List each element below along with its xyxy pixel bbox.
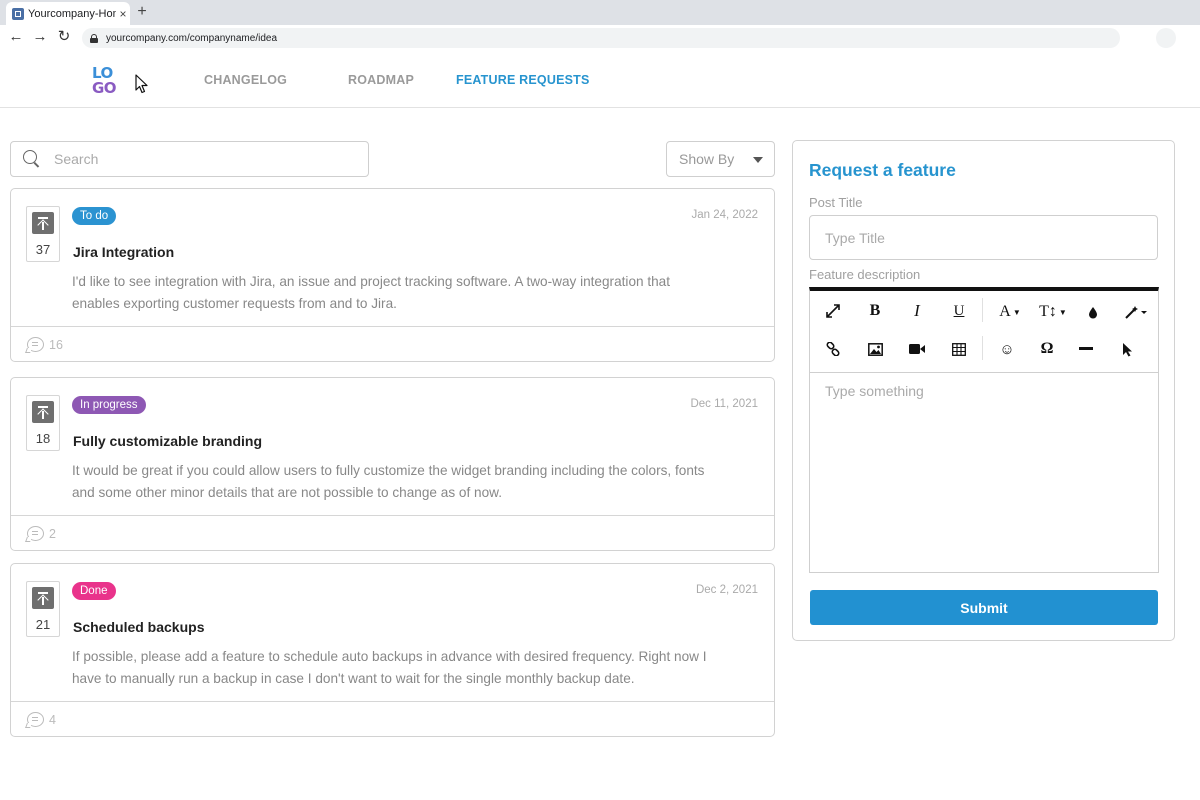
url-text: yourcompany.com/companyname/idea [106,32,278,44]
card-footer: 4 [11,701,774,737]
forward-arrow-icon[interactable]: → [31,28,49,46]
font-color-icon[interactable]: A ▼ [996,301,1024,323]
magic-wand-icon[interactable] [1122,301,1150,323]
search-box[interactable] [10,141,369,177]
vote-count: 18 [35,431,51,446]
comment-count: 4 [49,713,56,727]
feature-request-card: 18 In progress Dec 11, 2021 Fully custom… [10,377,775,551]
show-by-dropdown[interactable]: Show By [666,141,775,177]
lock-icon [90,33,98,43]
comment-count: 2 [49,527,56,541]
chevron-down-icon [753,157,763,163]
panel-title: Request a feature [809,160,956,180]
back-arrow-icon[interactable]: ← [7,28,25,46]
reload-icon[interactable]: ↻ [55,28,73,46]
status-badge: Done [72,582,116,600]
request-description: I'd like to see integration with Jira, a… [72,274,671,311]
tab-title: Yourcompany-Home [28,7,116,20]
company-logo[interactable]: LO GO [92,66,126,98]
link-icon[interactable] [822,338,844,360]
comment-icon[interactable] [27,712,44,727]
new-tab-icon[interactable]: + [134,4,150,20]
request-title[interactable]: Jira Integration [73,244,174,260]
request-title[interactable]: Scheduled backups [73,619,204,635]
upvote-arrow-icon[interactable] [32,587,54,609]
request-feature-panel: Request a feature Post Title Feature des… [792,140,1175,641]
omega-icon[interactable]: Ω [1036,338,1058,360]
cursor-icon[interactable] [1116,338,1138,360]
horizontal-rule-icon[interactable] [1075,338,1097,360]
feature-request-card: 21 Done Dec 2, 2021 Scheduled backups If… [10,563,775,737]
vote-count: 37 [35,242,51,257]
post-title-label: Post Title [809,195,863,210]
feature-request-card: 37 To do Jan 24, 2022 Jira Integration I… [10,188,775,362]
fullscreen-icon[interactable] [822,300,844,322]
address-bar: ← → ↻ yourcompany.com/companyname/idea [0,25,1200,50]
browser-tab-bar: Yourcompany-Home × + [0,0,1200,25]
site-header [0,50,1200,108]
card-footer: 16 [11,326,774,362]
bold-icon[interactable]: B [864,300,886,322]
image-icon[interactable] [864,338,886,360]
status-badge: To do [72,207,117,225]
post-title-input[interactable] [809,215,1158,260]
editor-toolbar: B I U A ▼ T↕ ▼ ☺ Ω [810,291,1158,373]
request-date: Jan 24, 2022 [691,209,758,221]
mouse-cursor-icon [135,74,148,94]
emoji-icon[interactable]: ☺ [996,338,1018,360]
nav-roadmap[interactable]: ROADMAP [348,73,414,87]
request-date: Dec 2, 2021 [695,584,758,596]
favicon-icon [12,7,24,20]
show-by-label: Show By [679,151,735,167]
url-field[interactable]: yourcompany.com/companyname/idea [82,28,1120,48]
underline-icon[interactable]: U [948,300,970,322]
close-tab-icon[interactable]: × [116,7,130,21]
ink-drop-icon[interactable] [1082,301,1104,323]
feature-description-label: Feature description [809,267,921,282]
rich-text-editor: B I U A ▼ T↕ ▼ ☺ Ω Type something [809,287,1159,573]
toolbar-divider [982,298,983,322]
upvote-arrow-icon[interactable] [32,212,54,234]
editor-text-area[interactable]: Type something [810,373,1158,569]
toolbar-divider [982,336,983,360]
comment-count: 16 [49,338,63,352]
italic-icon[interactable]: I [906,300,928,322]
profile-avatar[interactable] [1156,28,1176,48]
request-description: It would be great if you could allow use… [72,463,705,500]
video-icon[interactable] [906,338,928,360]
upvote-arrow-icon[interactable] [32,401,54,423]
request-date: Dec 11, 2021 [690,398,758,410]
logo-line-2: GO [92,79,117,97]
status-badge: In progress [72,396,146,414]
upvote-box[interactable]: 21 [26,581,60,637]
comment-icon[interactable] [27,526,44,541]
upvote-box[interactable]: 18 [26,395,60,451]
browser-tab[interactable]: Yourcompany-Home × [6,2,130,25]
vote-count: 21 [35,617,51,632]
search-input[interactable] [54,151,354,167]
card-footer: 2 [11,515,774,551]
nav-changelog[interactable]: CHANGELOG [204,73,287,87]
request-description: If possible, please add a feature to sch… [72,649,707,686]
submit-button[interactable]: Submit [810,590,1158,625]
font-size-icon[interactable]: T↕ ▼ [1038,301,1068,323]
upvote-box[interactable]: 37 [26,206,60,262]
comment-icon[interactable] [27,337,44,352]
table-icon[interactable] [948,338,970,360]
request-title[interactable]: Fully customizable branding [73,433,262,449]
search-icon [23,150,41,168]
nav-feature-requests[interactable]: FEATURE REQUESTS [456,73,590,87]
